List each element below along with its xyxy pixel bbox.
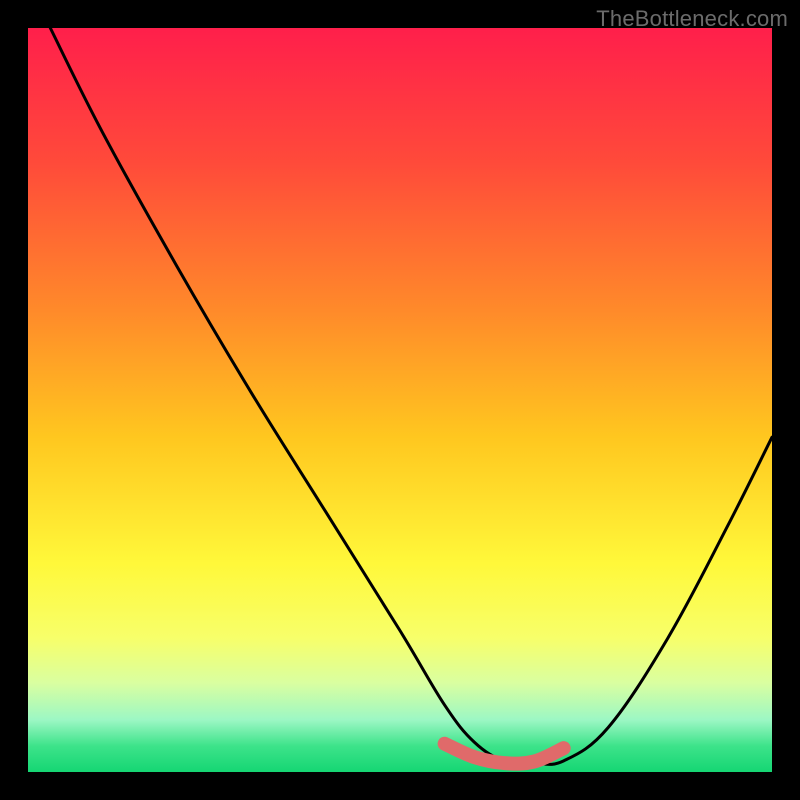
bottleneck-chart: [28, 28, 772, 772]
chart-frame: [28, 28, 772, 772]
gradient-background: [28, 28, 772, 772]
attribution-text: TheBottleneck.com: [596, 6, 788, 32]
